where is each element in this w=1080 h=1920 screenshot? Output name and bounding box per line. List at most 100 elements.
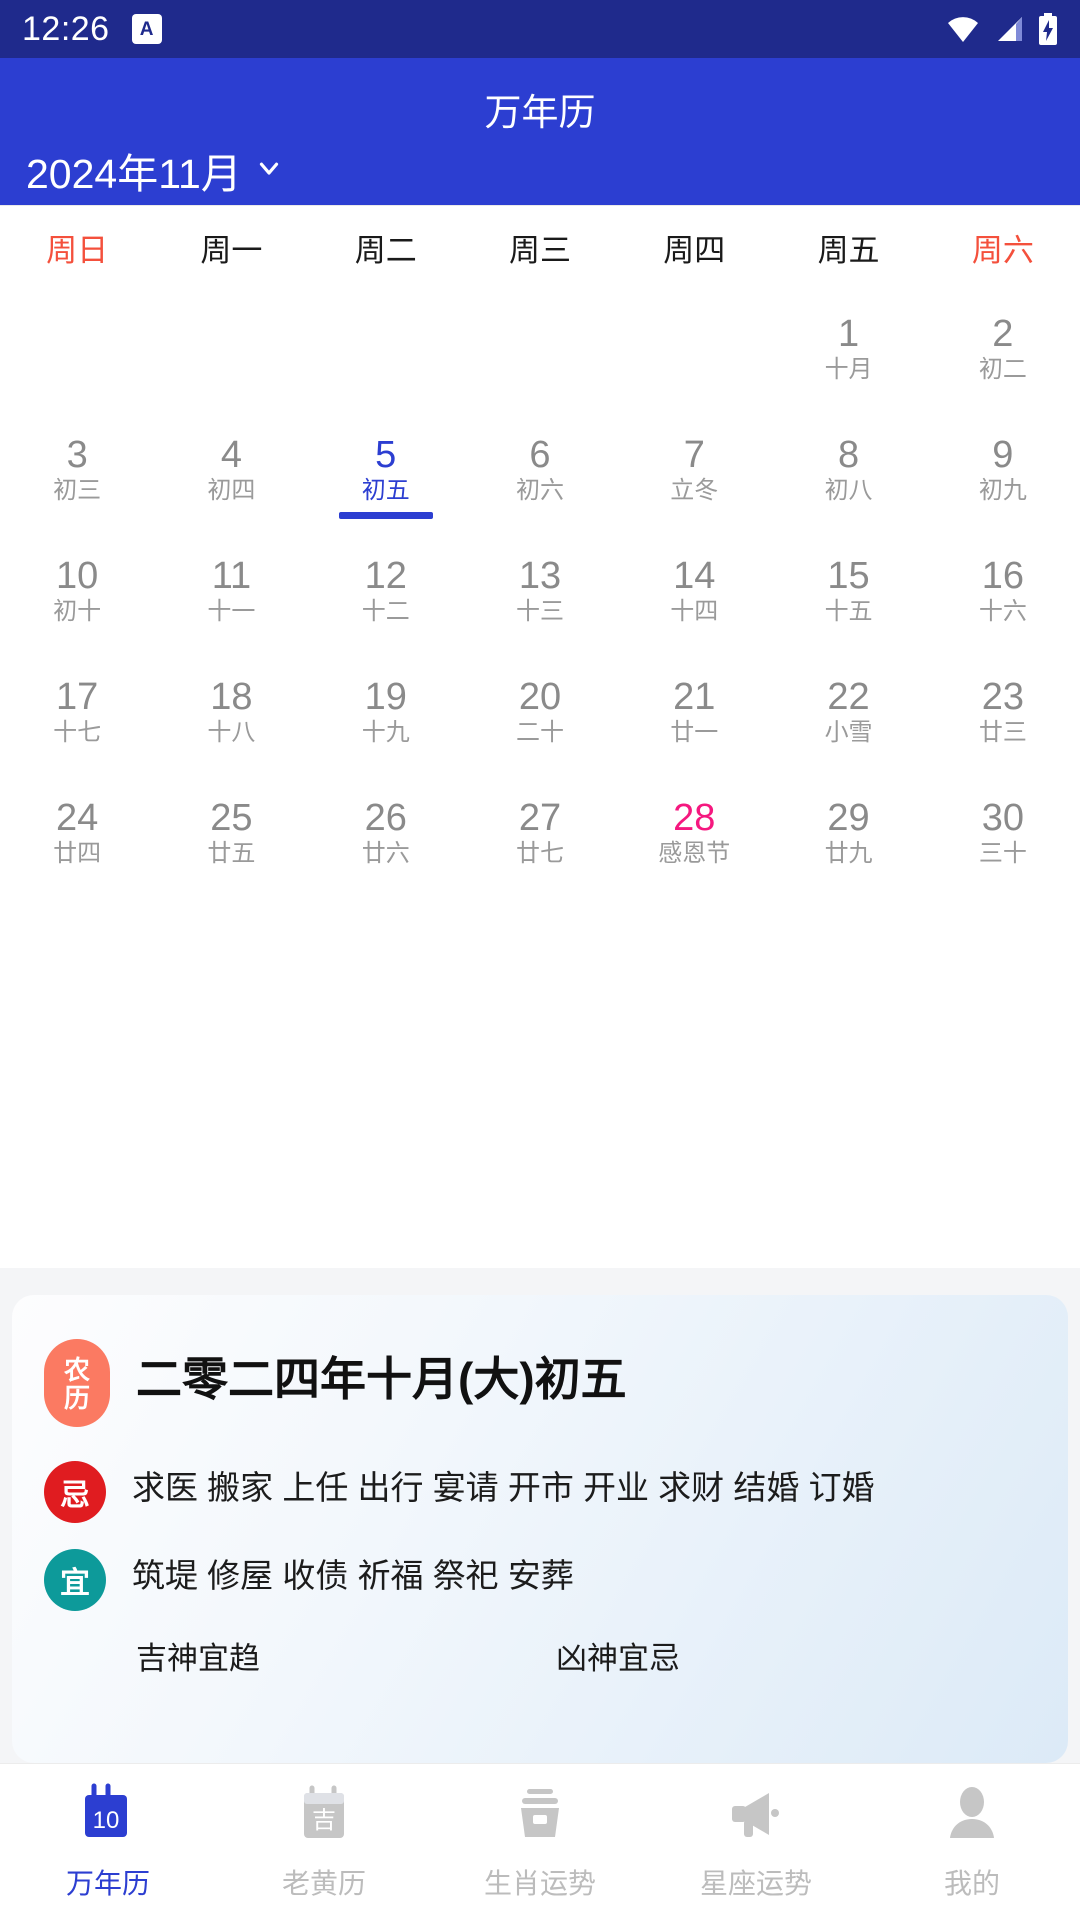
day-number: 23	[981, 676, 1024, 719]
day-number: 28	[673, 797, 716, 840]
weekday-6: 周六	[971, 233, 1034, 268]
month-selector[interactable]: 2024年11月	[26, 140, 284, 200]
day-lunar-label: 十九	[361, 719, 410, 747]
calendar-day-7[interactable]: 7 立冬	[617, 410, 771, 531]
calendar-day-22[interactable]: 22 小雪	[771, 652, 925, 773]
calendar-day-2[interactable]: 2 初二	[926, 289, 1080, 410]
calendar-day-16[interactable]: 16 十六	[926, 531, 1080, 652]
calendar-day-5[interactable]: 5 初五	[309, 410, 463, 531]
month-label: 2024年11月	[26, 151, 242, 197]
nav-item-0[interactable]: 10 万年历	[0, 1782, 216, 1902]
svg-text:吉: 吉	[312, 1807, 336, 1834]
weekday-4: 周四	[663, 233, 726, 268]
calendar-day-24[interactable]: 24 廿四	[0, 773, 154, 894]
day-number: 17	[56, 676, 99, 719]
lunar-badge: 农 历	[44, 1339, 110, 1427]
day-number: 18	[210, 676, 253, 719]
status-bar: 12:26 A	[0, 0, 1080, 58]
day-number: 25	[210, 797, 253, 840]
app-bar: 万年历 2024年11月	[0, 58, 1080, 205]
day-lunar-label: 立冬	[670, 477, 719, 505]
nav-item-4[interactable]: 我的	[864, 1782, 1080, 1902]
calendar-day-18[interactable]: 18 十八	[154, 652, 308, 773]
gods-row: 吉神宜趋 凶神宜忌	[44, 1633, 1036, 1678]
day-lunar-label: 初五	[361, 477, 410, 505]
day-lunar-label: 十八	[207, 719, 256, 747]
calendar-day-9[interactable]: 9 初九	[926, 410, 1080, 531]
lunar-title-row: 农 历 二零二四年十月(大)初五	[44, 1339, 1036, 1427]
day-lunar-label: 十六	[978, 598, 1027, 626]
good-gods-label[interactable]: 吉神宜趋	[136, 1633, 556, 1678]
nav-label-4: 我的	[943, 1868, 1000, 1899]
status-icons	[946, 13, 1058, 45]
calendar-day-30[interactable]: 30 三十	[926, 773, 1080, 894]
day-lunar-label: 十五	[824, 598, 873, 626]
day-number: 10	[56, 555, 99, 598]
app-root: 12:26 A 万年历 2024年11月 周日 周一 周二 周三 周四 周五 周…	[0, 0, 1080, 1920]
calendar-day-6[interactable]: 6 初六	[463, 410, 617, 531]
calendar-day-4[interactable]: 4 初四	[154, 410, 308, 531]
calendar-day-26[interactable]: 26 廿六	[309, 773, 463, 894]
day-lunar-label: 三十	[978, 840, 1027, 868]
svg-text:10: 10	[93, 1807, 120, 1834]
calendar-day-13[interactable]: 13 十三	[463, 531, 617, 652]
day-number: 15	[827, 555, 870, 598]
day-number: 16	[981, 555, 1024, 598]
day-lunar-label: 廿七	[515, 840, 564, 868]
calendar-day-15[interactable]: 15 十五	[771, 531, 925, 652]
calendar-grid[interactable]: 1 十月 2 初二 3 初三 4 初四 5 初五 6 初六 7 立冬 8 初八 9 初九 10 初十 11 十一 12 十二 1…	[0, 289, 1080, 1015]
lunar-date-title: 二零二四年十月(大)初五	[136, 1353, 627, 1405]
day-number: 21	[673, 676, 716, 719]
person-icon	[941, 1782, 1003, 1849]
weekday-header: 周日 周一 周二 周三 周四 周五 周六	[0, 205, 1080, 289]
calendar-day-27[interactable]: 27 廿七	[463, 773, 617, 894]
calendar-day-14[interactable]: 14 十四	[617, 531, 771, 652]
calendar-day-20[interactable]: 20 二十	[463, 652, 617, 773]
bottom-nav[interactable]: 10 万年历 吉 老黄历 生肖运势 星座运势 我的	[0, 1763, 1080, 1920]
calendar-day-12[interactable]: 12 十二	[309, 531, 463, 652]
calendar-day-17[interactable]: 17 十七	[0, 652, 154, 773]
calendar-day-29[interactable]: 29 廿九	[771, 773, 925, 894]
day-lunar-label: 十一	[207, 598, 256, 626]
day-lunar-label: 初十	[53, 598, 102, 626]
nav-label-0: 万年历	[65, 1868, 150, 1899]
yi-badge: 宜	[44, 1549, 106, 1611]
calendar-day-25[interactable]: 25 廿五	[154, 773, 308, 894]
day-lunar-label: 初四	[207, 477, 256, 505]
day-number: 30	[981, 797, 1024, 840]
calendar-day-3[interactable]: 3 初三	[0, 410, 154, 531]
calendar-day-10[interactable]: 10 初十	[0, 531, 154, 652]
nav-label-1: 老黄历	[281, 1868, 366, 1899]
battery-charging-icon	[1038, 13, 1058, 45]
status-app-icon: A	[131, 14, 162, 44]
day-lunar-label: 廿六	[361, 840, 410, 868]
zodiac-icon	[509, 1782, 571, 1849]
calendar-day-21[interactable]: 21 廿一	[617, 652, 771, 773]
calendar-day-28[interactable]: 28 感恩节	[617, 773, 771, 894]
weekday-2: 周二	[354, 233, 417, 268]
day-lunar-label: 十七	[53, 719, 102, 747]
calendar-day-23[interactable]: 23 廿三	[926, 652, 1080, 773]
nav-item-2[interactable]: 生肖运势	[432, 1782, 648, 1902]
nav-item-3[interactable]: 星座运势	[648, 1782, 864, 1902]
day-lunar-label: 初三	[53, 477, 102, 505]
bad-gods-label[interactable]: 凶神宜忌	[556, 1633, 680, 1678]
day-number: 7	[683, 434, 705, 477]
day-number: 27	[518, 797, 562, 840]
ji-row: 忌 求医 搬家 上任 出行 宴请 开市 开业 求财 结婚 订婚	[44, 1461, 1036, 1523]
day-lunar-label: 初六	[515, 477, 564, 505]
page-title: 万年历	[484, 92, 596, 133]
calendar-day-11[interactable]: 11 十一	[154, 531, 308, 652]
day-lunar-label: 二十	[515, 719, 564, 747]
day-lunar-label: 十四	[670, 598, 719, 626]
calendar-day-19[interactable]: 19 十九	[309, 652, 463, 773]
lunar-card[interactable]: 农 历 二零二四年十月(大)初五 忌 求医 搬家 上任 出行 宴请 开市 开业 …	[12, 1295, 1068, 1763]
nav-label-3: 星座运势	[699, 1868, 812, 1899]
calendar-day-8[interactable]: 8 初八	[771, 410, 925, 531]
day-number: 29	[827, 797, 870, 840]
calendar-day-1[interactable]: 1 十月	[771, 289, 925, 410]
day-number: 3	[66, 434, 88, 477]
day-lunar-label: 廿三	[978, 719, 1027, 747]
nav-item-1[interactable]: 吉 老黄历	[216, 1782, 432, 1902]
day-number: 12	[364, 555, 407, 598]
